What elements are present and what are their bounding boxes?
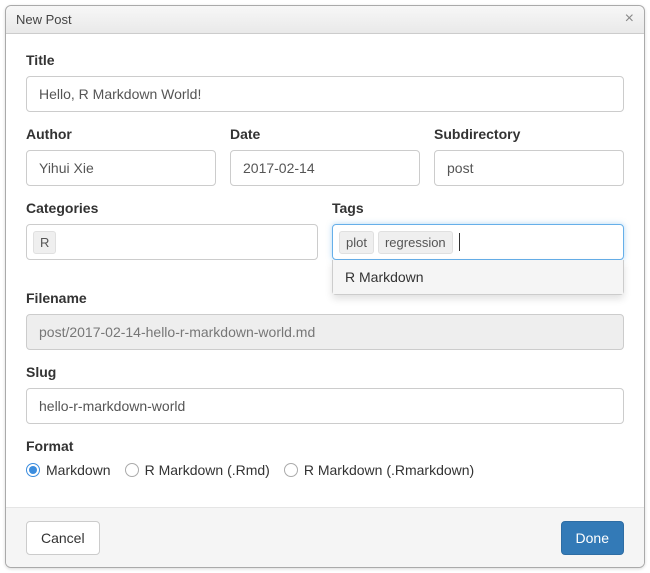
tags-input[interactable]: plot regression [332,224,624,260]
format-radio-rmd[interactable]: R Markdown (.Rmd) [125,462,270,478]
dialog-titlebar: New Post × [6,6,644,34]
radio-label: R Markdown (.Rmd) [145,462,270,478]
slug-label: Slug [26,364,624,380]
format-label: Format [26,438,624,454]
new-post-dialog: New Post × Title Author Date Subdirector… [5,5,645,568]
filename-input [26,314,624,350]
tag-chip[interactable]: regression [378,231,453,254]
radio-icon [125,463,139,477]
date-label: Date [230,126,420,142]
title-label: Title [26,52,624,68]
done-button[interactable]: Done [561,521,624,555]
cancel-button-label: Cancel [41,530,85,546]
tag-chip[interactable]: plot [339,231,374,254]
format-radio-rmarkdown[interactable]: R Markdown (.Rmarkdown) [284,462,474,478]
format-radio-group: Markdown R Markdown (.Rmd) R Markdown (.… [26,462,624,478]
tags-label: Tags [332,200,624,216]
dialog-title: New Post [16,12,72,27]
radio-label: R Markdown (.Rmarkdown) [304,462,474,478]
tags-suggestion-item[interactable]: R Markdown [333,260,623,294]
radio-label: Markdown [46,462,111,478]
text-cursor [459,233,460,251]
categories-label: Categories [26,200,318,216]
radio-icon [284,463,298,477]
radio-icon [26,463,40,477]
format-radio-markdown[interactable]: Markdown [26,462,111,478]
author-input[interactable] [26,150,216,186]
categories-input[interactable]: R [26,224,318,260]
title-input[interactable] [26,76,624,112]
close-icon[interactable]: × [625,11,634,27]
dialog-content: Title Author Date Subdirectory Categorie… [6,34,644,478]
subdirectory-input[interactable] [434,150,624,186]
cancel-button[interactable]: Cancel [26,521,100,555]
subdirectory-label: Subdirectory [434,126,624,142]
category-chip[interactable]: R [33,231,56,254]
slug-input[interactable] [26,388,624,424]
dialog-footer: Cancel Done [6,507,644,567]
date-input[interactable] [230,150,420,186]
author-label: Author [26,126,216,142]
done-button-label: Done [576,530,609,546]
tags-suggestion-dropdown: R Markdown [332,260,624,295]
